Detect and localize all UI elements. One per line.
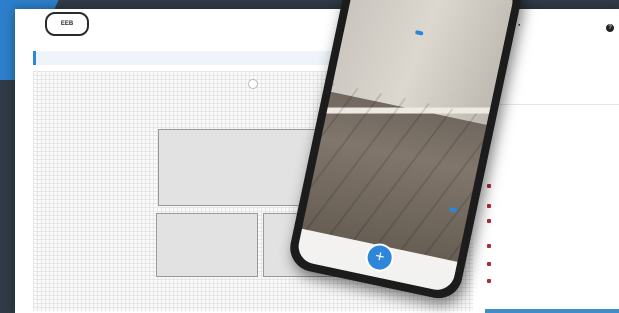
help-icon[interactable]: ?	[606, 24, 614, 32]
panel-footer-button[interactable]	[485, 309, 619, 313]
marker-icon	[487, 279, 491, 283]
rotate-handle-icon[interactable]	[248, 79, 258, 89]
marker-icon	[487, 262, 491, 266]
company-logo: EEB	[45, 12, 89, 36]
user-icon: ●	[518, 22, 521, 27]
stage: EEB ● ? +	[0, 0, 619, 313]
marker-icon	[487, 244, 491, 248]
marker-icon	[487, 184, 491, 188]
room-2[interactable]	[156, 213, 258, 277]
user-menu[interactable]: ●	[518, 22, 524, 27]
marker-icon	[487, 219, 491, 223]
marker-icon	[487, 204, 491, 208]
breadcrumb[interactable]	[33, 51, 333, 65]
panel-divider	[487, 104, 619, 105]
